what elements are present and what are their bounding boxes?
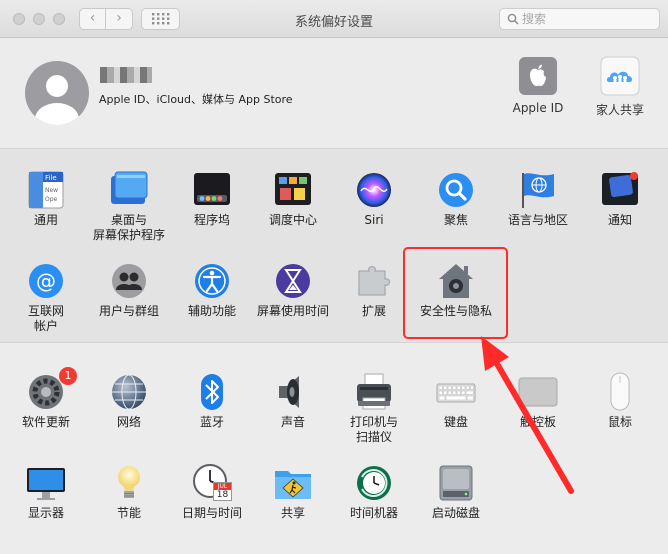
update-badge: 1 [59, 367, 77, 385]
language-region-icon [522, 173, 554, 208]
mouse-icon [610, 372, 630, 411]
apple-id-pane[interactable]: Apple ID [498, 56, 578, 115]
sharing-icon [275, 471, 311, 499]
user-avatar[interactable] [25, 61, 89, 125]
calendar-month: JUL [214, 483, 231, 490]
time-machine-icon [357, 466, 391, 500]
sound-icon [279, 376, 299, 408]
printers-scanners-icon [357, 373, 391, 410]
extensions-icon [358, 266, 390, 296]
startup-disk-label: 启动磁盘 [431, 506, 480, 520]
users-groups-label: 用户与群组 [98, 304, 159, 318]
trackpad-icon [518, 377, 558, 407]
blurred-user-name [100, 67, 152, 83]
printers-scanners-label: 打印机与 扫描仪 [349, 415, 398, 444]
family-sharing-pane[interactable]: 家人共享 [580, 56, 660, 118]
language-region-label: 语言与地区 [507, 213, 568, 227]
users-groups-icon [112, 264, 146, 298]
search-input[interactable] [522, 10, 652, 28]
displays-icon [27, 468, 65, 500]
spotlight-icon [439, 173, 473, 207]
svg-text:Ope: Ope [45, 196, 58, 203]
network-icon [112, 374, 146, 410]
sharing-label: 共享 [280, 506, 305, 520]
keyboard-icon [436, 383, 476, 403]
network-label: 网络 [116, 415, 141, 429]
internet-accounts-icon: @ [29, 264, 63, 298]
general-label: 通用 [33, 213, 58, 227]
energy-saver-icon [118, 466, 140, 498]
software-update-label: 软件更新 [21, 415, 70, 429]
apple-logo-icon [519, 57, 557, 95]
mission-control-icon [275, 173, 311, 205]
divider [0, 342, 668, 343]
svg-text:File: File [45, 174, 57, 182]
account-section: Apple ID、iCloud、媒体与 App Store Apple ID 家… [0, 39, 668, 148]
notifications-icon [602, 172, 638, 205]
account-description[interactable]: Apple ID、iCloud、媒体与 App Store [99, 91, 293, 107]
svg-text:@: @ [36, 269, 56, 293]
displays-label: 显示器 [27, 506, 64, 520]
mouse-label: 鼠标 [607, 415, 632, 429]
highlight-box [403, 247, 508, 339]
accessibility-label: 辅助功能 [187, 304, 236, 318]
bluetooth-label: 蓝牙 [199, 415, 224, 429]
screen-time-icon [276, 264, 310, 298]
siri-label: Siri [364, 213, 384, 227]
spotlight-label: 聚焦 [443, 213, 468, 227]
general-icon: File New Ope [28, 171, 64, 209]
screen-time-label: 屏幕使用时间 [256, 304, 329, 318]
startup-disk-icon [439, 465, 473, 501]
accessibility-icon [195, 264, 229, 298]
date-time-label: 日期与时间 [181, 506, 242, 520]
dock-label: 程序坞 [193, 213, 230, 227]
energy-saver-label: 节能 [116, 506, 141, 520]
dock-icon [194, 173, 230, 205]
calendar-badge: JUL 18 [213, 482, 232, 501]
time-machine-label: 时间机器 [349, 506, 398, 520]
mission-control-label: 调度中心 [268, 213, 317, 227]
keyboard-label: 键盘 [443, 415, 468, 429]
internet-accounts-label: 互联网 帐户 [27, 304, 64, 333]
notifications-label: 通知 [607, 213, 632, 227]
siri-icon [357, 173, 391, 207]
bluetooth-icon [201, 374, 223, 410]
sound-label: 声音 [280, 415, 305, 429]
family-sharing-icon [600, 56, 640, 96]
person-silhouette-icon [35, 75, 79, 125]
search-icon [507, 13, 519, 25]
family-sharing-label: 家人共享 [595, 103, 644, 117]
desktop-screensaver-icon [111, 171, 148, 204]
trackpad-label: 触控板 [519, 415, 556, 429]
apple-id-label: Apple ID [512, 101, 564, 115]
desktop-screensaver-label: 桌面与 屏幕保护程序 [92, 213, 165, 242]
search-box[interactable] [499, 8, 660, 30]
calendar-day: 18 [216, 490, 229, 500]
svg-text:New: New [45, 187, 58, 194]
title-bar: ‹ › 系统偏好设置 [0, 0, 668, 38]
